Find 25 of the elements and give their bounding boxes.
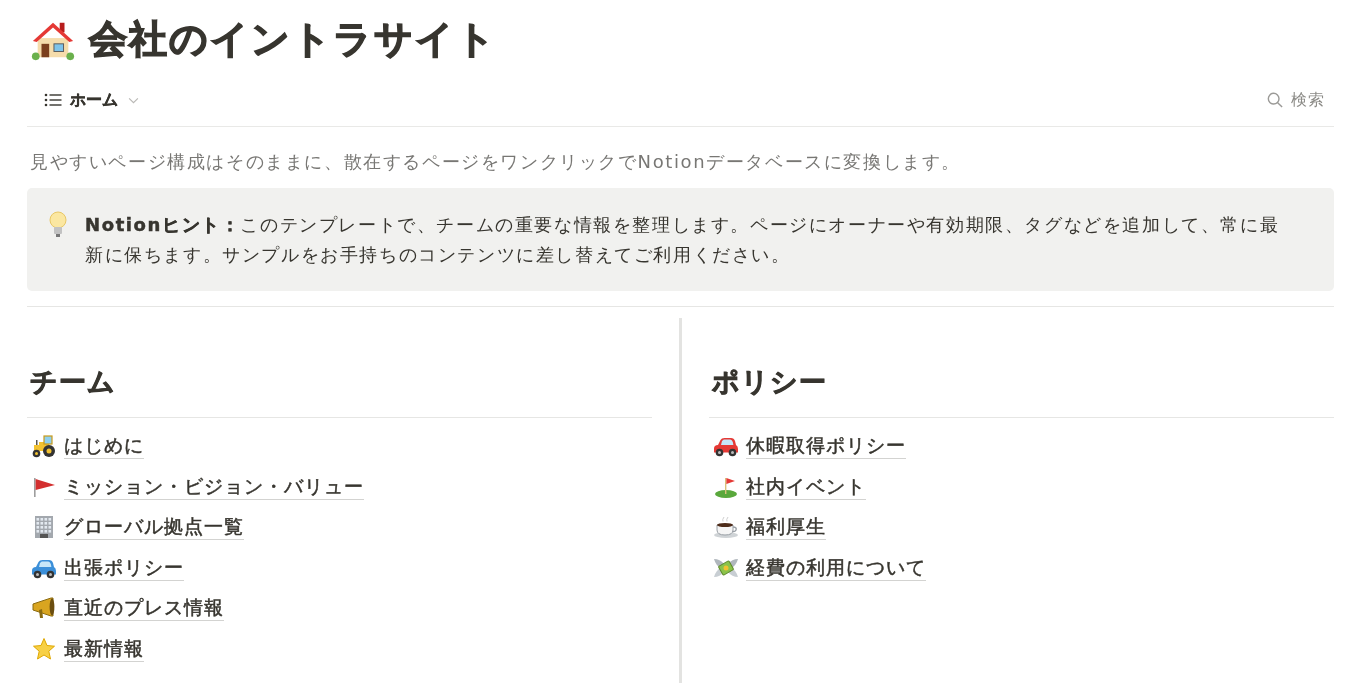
callout-text: Notionヒント：このテンプレートで、チームの重要な情報を整理します。ページにオーナーや有効期限、タグなどを追加して、常に最新に保ちます。サンプルをお手持ちのコンテンツに差し替えてご利用ください。 xyxy=(85,213,1281,267)
page-menu-button[interactable]: ホーム xyxy=(44,87,139,113)
page-title: 会社のイントラサイト xyxy=(89,19,497,61)
section-heading: チーム xyxy=(30,365,117,399)
page-link[interactable]: 最新情報 xyxy=(64,635,144,662)
page-link[interactable]: 出張ポリシー xyxy=(64,554,184,581)
section-heading: ポリシー xyxy=(712,365,828,399)
list-icon xyxy=(44,93,62,107)
page-link[interactable]: グローバル拠点一覧 xyxy=(64,514,244,541)
tractor-icon xyxy=(31,434,57,459)
page-description: 見やすいページ構成はそのままに、散在するページをワンクリックでNotionデータベースに変換します。 xyxy=(30,150,962,174)
coffee-cup-icon xyxy=(713,515,739,540)
search-icon xyxy=(1267,92,1283,108)
page-link[interactable]: ミッション・ビジョン・バリュー xyxy=(64,473,364,500)
star-icon xyxy=(31,636,57,661)
page-link[interactable]: はじめに xyxy=(64,433,144,460)
page-link[interactable]: 福利厚生 xyxy=(746,514,826,541)
page-link[interactable]: 社内イベント xyxy=(746,473,866,500)
page-link[interactable]: 直近のプレス情報 xyxy=(64,595,224,622)
page-link[interactable]: 休暇取得ポリシー xyxy=(746,433,906,460)
search-button[interactable]: 検索 xyxy=(1267,87,1325,113)
lightbulb-icon xyxy=(49,211,67,238)
page-link[interactable]: 経費の利用について xyxy=(746,554,926,581)
caret-icon xyxy=(128,96,139,104)
megaphone-icon xyxy=(31,596,57,621)
